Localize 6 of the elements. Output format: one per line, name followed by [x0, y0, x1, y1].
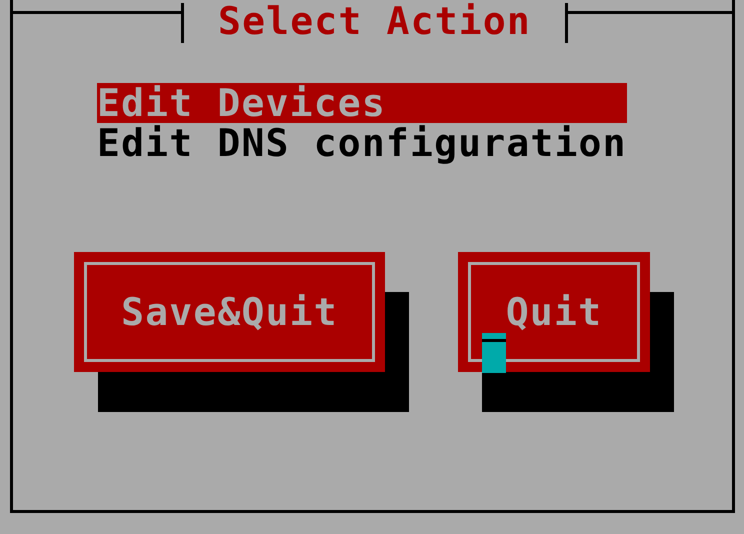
cursor-icon	[482, 333, 506, 373]
menu-item[interactable]: Edit Devices	[97, 83, 627, 123]
action-button[interactable]: Quit	[458, 252, 650, 372]
menu-item[interactable]: Edit DNS configuration	[97, 123, 627, 163]
dialog-title: Select Action	[217, 1, 532, 41]
action-button[interactable]: Save&Quit	[74, 252, 385, 372]
